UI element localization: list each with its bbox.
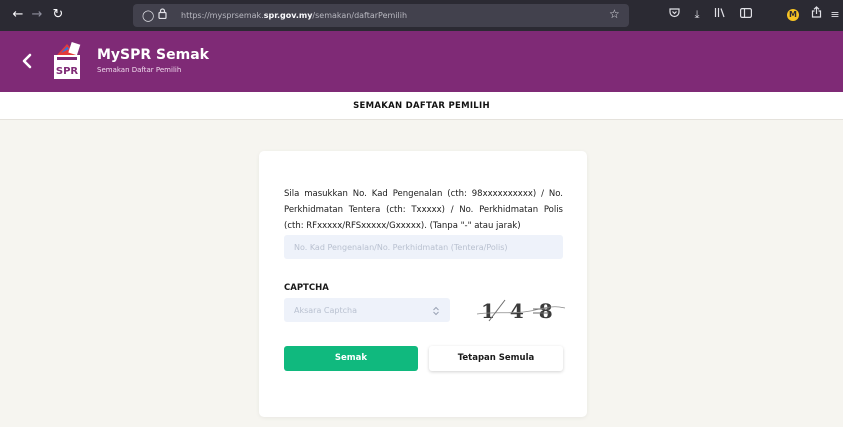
url-text: https://mysprsemak.spr.gov.my/semakan/da… bbox=[181, 9, 407, 22]
app-header: SPR MySPR Semak Semakan Daftar Pemilih bbox=[0, 31, 843, 92]
url-prefix: https://mysprsemak. bbox=[181, 11, 264, 20]
svg-text:SPR: SPR bbox=[56, 66, 79, 77]
sidebar-icon[interactable] bbox=[737, 6, 755, 24]
spr-logo-icon: SPR bbox=[54, 42, 81, 79]
voter-check-card: Sila masukkan No. Kad Pengenalan (cth: 9… bbox=[259, 151, 587, 417]
url-path: /semakan/daftarPemilih bbox=[312, 11, 408, 20]
section-bar: SEMAKAN DAFTAR PEMILIH bbox=[0, 92, 843, 120]
bookmark-star-icon[interactable]: ☆ bbox=[609, 7, 620, 21]
reload-icon[interactable]: ↻ bbox=[48, 5, 68, 25]
id-number-input[interactable] bbox=[284, 235, 563, 259]
number-stepper-icon[interactable] bbox=[432, 306, 440, 316]
captcha-image: 1 4 8 9 bbox=[475, 295, 567, 325]
library-icon[interactable] bbox=[711, 6, 729, 24]
pocket-icon[interactable] bbox=[665, 6, 683, 24]
app-title: MySPR Semak bbox=[97, 47, 209, 63]
app-subtitle: Semakan Daftar Pemilih bbox=[97, 66, 182, 74]
url-domain: spr.gov.my bbox=[263, 11, 313, 20]
check-button[interactable]: Semak bbox=[284, 346, 418, 371]
download-icon[interactable]: ⤓ bbox=[688, 6, 706, 24]
hamburger-menu-icon[interactable]: ≡ bbox=[826, 6, 843, 24]
captcha-label: CAPTCHA bbox=[284, 283, 329, 293]
chevron-left-icon[interactable] bbox=[18, 50, 38, 72]
captcha-text: 1 4 8 9 bbox=[481, 299, 567, 323]
extension-badge-icon[interactable]: M bbox=[787, 9, 799, 21]
instructions-text: Sila masukkan No. Kad Pengenalan (cth: 9… bbox=[284, 189, 563, 231]
forward-arrow-icon[interactable]: → bbox=[27, 5, 47, 25]
share-icon[interactable] bbox=[807, 6, 825, 24]
address-bar[interactable]: ◯ https://mysprsemak.spr.gov.my/semakan/… bbox=[133, 4, 629, 27]
page-title: SEMAKAN DAFTAR PEMILIH bbox=[353, 101, 490, 111]
lock-icon[interactable] bbox=[158, 8, 167, 23]
reset-button[interactable]: Tetapan Semula bbox=[429, 346, 563, 371]
shield-icon[interactable]: ◯ bbox=[142, 8, 154, 23]
captcha-input[interactable] bbox=[284, 298, 450, 322]
back-arrow-icon[interactable]: ← bbox=[8, 5, 28, 25]
browser-toolbar: ← → ↻ ◯ https://mysprsemak.spr.gov.my/se… bbox=[0, 0, 843, 31]
